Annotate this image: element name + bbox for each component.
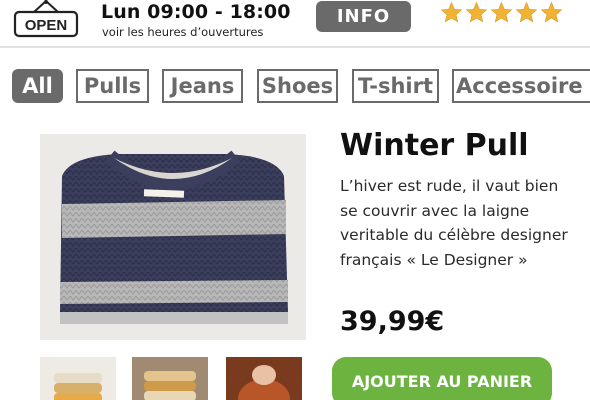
opening-hours-link[interactable]: voir les heures d’ouvertures (102, 25, 263, 39)
opening-hours: Lun 09:00 - 18:00 (101, 1, 291, 23)
top-bar: OPEN Lun 09:00 - 18:00 voir les heures d… (0, 0, 590, 48)
tab-shoes[interactable]: Shoes (257, 69, 338, 103)
star-icon (540, 1, 563, 23)
folded-sweaters-image[interactable] (40, 357, 116, 400)
open-sign-icon: OPEN (12, 0, 80, 38)
star-icon (490, 1, 513, 23)
tab-accessoire[interactable]: Accessoire (452, 69, 590, 103)
tab-jeans[interactable]: Jeans (162, 69, 243, 103)
product-title: Winter Pull (340, 128, 529, 163)
info-button[interactable]: INFO (316, 1, 411, 32)
star-icon (440, 1, 463, 23)
open-sign-text: OPEN (25, 17, 68, 34)
tab-pulls[interactable]: Pulls (76, 69, 149, 103)
product-price: 39,99€ (340, 306, 445, 337)
model-sweater-image[interactable] (226, 357, 302, 400)
add-to-cart-button[interactable]: AJOUTER AU PANIER (332, 357, 552, 400)
rating-stars (440, 1, 563, 24)
sweater-image[interactable] (40, 134, 306, 340)
category-tabs: All Pulls Jeans Shoes T-shirt Accessoire (12, 69, 590, 105)
star-icon (465, 1, 488, 23)
product-description: L’hiver est rude, il vaut bien se couvri… (340, 177, 568, 269)
star-icon (515, 1, 538, 23)
tab-tshirt[interactable]: T-shirt (352, 69, 439, 103)
sweater-stack-image[interactable] (132, 357, 208, 400)
tab-all[interactable]: All (12, 69, 63, 103)
